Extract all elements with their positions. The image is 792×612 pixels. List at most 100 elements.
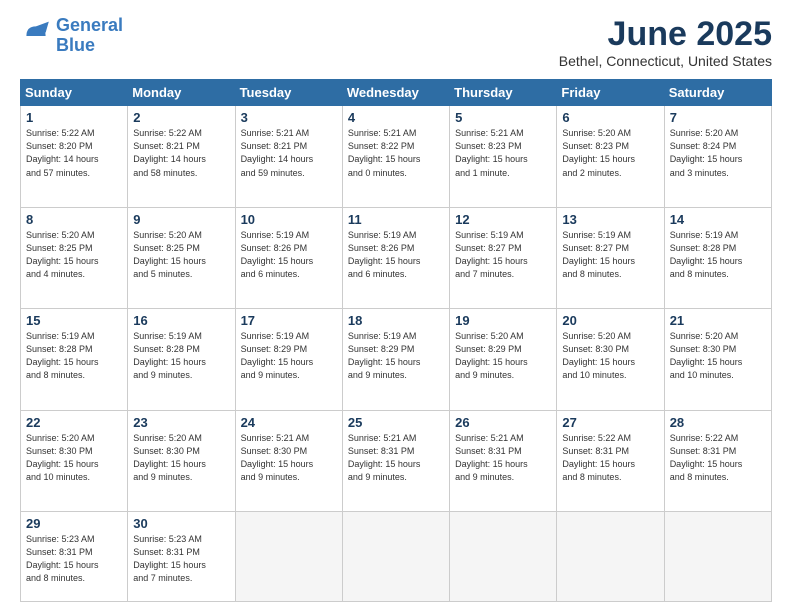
cell-15: 15 Sunrise: 5:19 AMSunset: 8:28 PMDaylig… — [21, 309, 128, 410]
day-info: Sunrise: 5:20 AMSunset: 8:30 PMDaylight:… — [562, 330, 658, 382]
cell-22: 22 Sunrise: 5:20 AMSunset: 8:30 PMDaylig… — [21, 410, 128, 511]
logo-general: General — [56, 15, 123, 35]
day-number: 18 — [348, 313, 444, 328]
day-info: Sunrise: 5:22 AMSunset: 8:20 PMDaylight:… — [26, 127, 122, 179]
day-number: 5 — [455, 110, 551, 125]
header: General Blue June 2025 Bethel, Connectic… — [20, 16, 772, 69]
cell-empty-4 — [557, 511, 664, 601]
day-info: Sunrise: 5:22 AMSunset: 8:31 PMDaylight:… — [562, 432, 658, 484]
cell-27: 27 Sunrise: 5:22 AMSunset: 8:31 PMDaylig… — [557, 410, 664, 511]
day-number: 26 — [455, 415, 551, 430]
cell-2: 2 Sunrise: 5:22 AMSunset: 8:21 PMDayligh… — [128, 106, 235, 207]
day-info: Sunrise: 5:19 AMSunset: 8:29 PMDaylight:… — [348, 330, 444, 382]
cell-3: 3 Sunrise: 5:21 AMSunset: 8:21 PMDayligh… — [235, 106, 342, 207]
day-number: 7 — [670, 110, 766, 125]
title-block: June 2025 Bethel, Connecticut, United St… — [559, 16, 772, 69]
day-info: Sunrise: 5:19 AMSunset: 8:26 PMDaylight:… — [348, 229, 444, 281]
day-number: 11 — [348, 212, 444, 227]
col-monday: Monday — [128, 80, 235, 106]
cell-1: 1 Sunrise: 5:22 AMSunset: 8:20 PMDayligh… — [21, 106, 128, 207]
logo: General Blue — [20, 16, 123, 56]
day-number: 27 — [562, 415, 658, 430]
calendar-table: Sunday Monday Tuesday Wednesday Thursday… — [20, 79, 772, 602]
day-info: Sunrise: 5:20 AMSunset: 8:25 PMDaylight:… — [26, 229, 122, 281]
day-number: 17 — [241, 313, 337, 328]
day-number: 30 — [133, 516, 229, 531]
day-number: 16 — [133, 313, 229, 328]
day-info: Sunrise: 5:20 AMSunset: 8:29 PMDaylight:… — [455, 330, 551, 382]
day-info: Sunrise: 5:21 AMSunset: 8:31 PMDaylight:… — [348, 432, 444, 484]
cell-28: 28 Sunrise: 5:22 AMSunset: 8:31 PMDaylig… — [664, 410, 771, 511]
day-info: Sunrise: 5:21 AMSunset: 8:23 PMDaylight:… — [455, 127, 551, 179]
location: Bethel, Connecticut, United States — [559, 53, 772, 69]
day-number: 28 — [670, 415, 766, 430]
day-info: Sunrise: 5:23 AMSunset: 8:31 PMDaylight:… — [133, 533, 229, 585]
day-number: 2 — [133, 110, 229, 125]
cell-empty-1 — [235, 511, 342, 601]
col-sunday: Sunday — [21, 80, 128, 106]
day-info: Sunrise: 5:20 AMSunset: 8:24 PMDaylight:… — [670, 127, 766, 179]
day-number: 8 — [26, 212, 122, 227]
week-row-2: 8 Sunrise: 5:20 AMSunset: 8:25 PMDayligh… — [21, 207, 772, 308]
day-info: Sunrise: 5:21 AMSunset: 8:31 PMDaylight:… — [455, 432, 551, 484]
week-row-3: 15 Sunrise: 5:19 AMSunset: 8:28 PMDaylig… — [21, 309, 772, 410]
cell-11: 11 Sunrise: 5:19 AMSunset: 8:26 PMDaylig… — [342, 207, 449, 308]
day-number: 14 — [670, 212, 766, 227]
col-thursday: Thursday — [450, 80, 557, 106]
day-info: Sunrise: 5:19 AMSunset: 8:28 PMDaylight:… — [670, 229, 766, 281]
day-number: 22 — [26, 415, 122, 430]
day-number: 4 — [348, 110, 444, 125]
cell-13: 13 Sunrise: 5:19 AMSunset: 8:27 PMDaylig… — [557, 207, 664, 308]
day-number: 12 — [455, 212, 551, 227]
week-row-1: 1 Sunrise: 5:22 AMSunset: 8:20 PMDayligh… — [21, 106, 772, 207]
col-tuesday: Tuesday — [235, 80, 342, 106]
month-title: June 2025 — [559, 16, 772, 53]
day-number: 21 — [670, 313, 766, 328]
cell-empty-3 — [450, 511, 557, 601]
day-number: 1 — [26, 110, 122, 125]
cell-4: 4 Sunrise: 5:21 AMSunset: 8:22 PMDayligh… — [342, 106, 449, 207]
cell-10: 10 Sunrise: 5:19 AMSunset: 8:26 PMDaylig… — [235, 207, 342, 308]
cell-26: 26 Sunrise: 5:21 AMSunset: 8:31 PMDaylig… — [450, 410, 557, 511]
cell-20: 20 Sunrise: 5:20 AMSunset: 8:30 PMDaylig… — [557, 309, 664, 410]
day-info: Sunrise: 5:22 AMSunset: 8:21 PMDaylight:… — [133, 127, 229, 179]
day-number: 24 — [241, 415, 337, 430]
cell-24: 24 Sunrise: 5:21 AMSunset: 8:30 PMDaylig… — [235, 410, 342, 511]
cell-8: 8 Sunrise: 5:20 AMSunset: 8:25 PMDayligh… — [21, 207, 128, 308]
day-info: Sunrise: 5:20 AMSunset: 8:25 PMDaylight:… — [133, 229, 229, 281]
day-info: Sunrise: 5:20 AMSunset: 8:23 PMDaylight:… — [562, 127, 658, 179]
cell-6: 6 Sunrise: 5:20 AMSunset: 8:23 PMDayligh… — [557, 106, 664, 207]
day-info: Sunrise: 5:21 AMSunset: 8:21 PMDaylight:… — [241, 127, 337, 179]
cell-19: 19 Sunrise: 5:20 AMSunset: 8:29 PMDaylig… — [450, 309, 557, 410]
cell-7: 7 Sunrise: 5:20 AMSunset: 8:24 PMDayligh… — [664, 106, 771, 207]
day-info: Sunrise: 5:19 AMSunset: 8:27 PMDaylight:… — [455, 229, 551, 281]
col-friday: Friday — [557, 80, 664, 106]
day-number: 10 — [241, 212, 337, 227]
logo-text: General Blue — [56, 16, 123, 56]
cell-29: 29 Sunrise: 5:23 AMSunset: 8:31 PMDaylig… — [21, 511, 128, 601]
day-info: Sunrise: 5:22 AMSunset: 8:31 PMDaylight:… — [670, 432, 766, 484]
day-info: Sunrise: 5:20 AMSunset: 8:30 PMDaylight:… — [670, 330, 766, 382]
cell-25: 25 Sunrise: 5:21 AMSunset: 8:31 PMDaylig… — [342, 410, 449, 511]
day-info: Sunrise: 5:19 AMSunset: 8:27 PMDaylight:… — [562, 229, 658, 281]
cell-14: 14 Sunrise: 5:19 AMSunset: 8:28 PMDaylig… — [664, 207, 771, 308]
day-number: 9 — [133, 212, 229, 227]
day-info: Sunrise: 5:19 AMSunset: 8:28 PMDaylight:… — [26, 330, 122, 382]
cell-16: 16 Sunrise: 5:19 AMSunset: 8:28 PMDaylig… — [128, 309, 235, 410]
day-number: 3 — [241, 110, 337, 125]
cell-9: 9 Sunrise: 5:20 AMSunset: 8:25 PMDayligh… — [128, 207, 235, 308]
day-number: 19 — [455, 313, 551, 328]
day-info: Sunrise: 5:21 AMSunset: 8:22 PMDaylight:… — [348, 127, 444, 179]
day-info: Sunrise: 5:20 AMSunset: 8:30 PMDaylight:… — [26, 432, 122, 484]
day-number: 15 — [26, 313, 122, 328]
day-number: 29 — [26, 516, 122, 531]
cell-30: 30 Sunrise: 5:23 AMSunset: 8:31 PMDaylig… — [128, 511, 235, 601]
cell-23: 23 Sunrise: 5:20 AMSunset: 8:30 PMDaylig… — [128, 410, 235, 511]
cell-empty-2 — [342, 511, 449, 601]
logo-icon — [20, 20, 52, 52]
day-info: Sunrise: 5:19 AMSunset: 8:29 PMDaylight:… — [241, 330, 337, 382]
day-number: 6 — [562, 110, 658, 125]
week-row-5: 29 Sunrise: 5:23 AMSunset: 8:31 PMDaylig… — [21, 511, 772, 601]
cell-5: 5 Sunrise: 5:21 AMSunset: 8:23 PMDayligh… — [450, 106, 557, 207]
day-info: Sunrise: 5:19 AMSunset: 8:28 PMDaylight:… — [133, 330, 229, 382]
